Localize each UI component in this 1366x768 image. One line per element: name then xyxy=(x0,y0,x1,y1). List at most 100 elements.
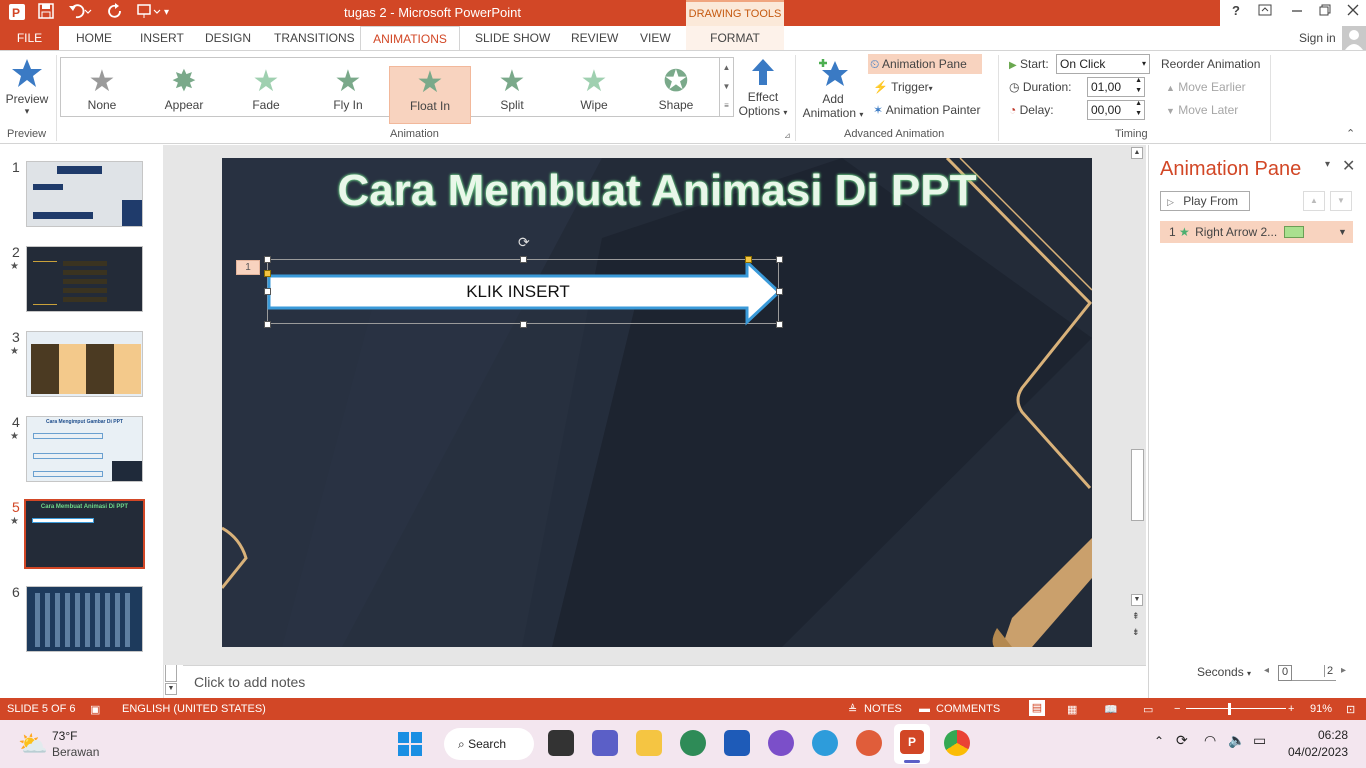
sign-in-link[interactable]: Sign in xyxy=(1299,26,1336,50)
scroll-down-icon[interactable]: ▼ xyxy=(165,683,177,695)
volume-icon[interactable]: 🔈 xyxy=(1228,732,1245,749)
game-app-icon[interactable] xyxy=(856,730,882,756)
spinner-icon[interactable]: ▲ ▼ xyxy=(1135,99,1142,119)
rotate-handle-icon[interactable]: ⟳ xyxy=(518,234,530,251)
slide-thumbnail-3[interactable] xyxy=(26,331,143,397)
slide-thumbnail-5[interactable]: Cara Membuat Animasi Di PPT xyxy=(24,499,145,569)
help-app-icon[interactable] xyxy=(812,730,838,756)
move-up-button[interactable]: ▲ xyxy=(1303,191,1325,211)
sizing-handle[interactable] xyxy=(264,321,271,328)
adjust-handle[interactable] xyxy=(264,270,271,277)
sizing-handle[interactable] xyxy=(520,256,527,263)
adjust-handle[interactable] xyxy=(745,256,752,263)
app-icon[interactable] xyxy=(768,730,794,756)
edge-browser-icon[interactable] xyxy=(680,730,706,756)
windows-start-icon[interactable] xyxy=(398,732,422,759)
slide-thumbnail-1[interactable] xyxy=(26,161,143,227)
redo-icon[interactable] xyxy=(107,3,123,25)
previous-slide-icon[interactable]: ⇞ xyxy=(1132,611,1140,622)
notes-pane[interactable]: Click to add notes xyxy=(183,665,1146,698)
undo-icon[interactable] xyxy=(68,3,92,25)
sizing-handle[interactable] xyxy=(776,256,783,263)
scroll-thumb[interactable] xyxy=(1131,449,1144,521)
spellcheck-icon[interactable]: ▣ xyxy=(90,703,100,716)
powerpoint-taskbar-button[interactable]: P xyxy=(894,724,930,764)
tray-chevron-icon[interactable]: ⌃ xyxy=(1154,734,1164,748)
minimize-icon[interactable] xyxy=(1290,3,1304,20)
tab-format[interactable]: FORMAT xyxy=(686,26,784,50)
slide-scrollbar[interactable]: ▲ ▼ ⇞ ⇟ xyxy=(1130,145,1145,645)
animation-pane-button[interactable]: ⏲ Animation Pane xyxy=(868,54,982,74)
anim-fade[interactable]: ★ Fade xyxy=(225,66,307,122)
language-indicator[interactable]: ENGLISH (UNITED STATES) xyxy=(122,703,266,715)
zoom-out-icon[interactable]: − xyxy=(1174,703,1180,715)
zoom-level[interactable]: 91% xyxy=(1310,703,1332,715)
sizing-handle[interactable] xyxy=(776,321,783,328)
battery-icon[interactable]: ▭ xyxy=(1253,732,1266,749)
slide-title[interactable]: Cara Membuat Animasi Di PPT xyxy=(222,166,1092,216)
task-view-icon[interactable] xyxy=(548,730,574,756)
notes-button[interactable]: NOTES xyxy=(864,703,902,715)
taskbar-search[interactable]: ⌕ Search xyxy=(444,728,534,760)
arrow-text[interactable]: KLIK INSERT xyxy=(268,282,768,302)
reading-view-icon[interactable]: 📖 xyxy=(1104,703,1118,716)
trigger-button[interactable]: ⚡ Trigger▾ xyxy=(873,77,933,97)
restore-icon[interactable] xyxy=(1318,3,1332,20)
animation-list-item[interactable]: 1 ★ Right Arrow 2... ▼ xyxy=(1160,221,1353,243)
zoom-slider-thumb[interactable] xyxy=(1228,703,1231,715)
slide-show-view-icon[interactable]: ▭ xyxy=(1143,703,1153,716)
anim-shape[interactable]: ✪ Shape xyxy=(635,66,717,122)
sync-icon[interactable]: ⟳ xyxy=(1176,732,1188,749)
fit-slide-icon[interactable]: ⊡ xyxy=(1346,703,1355,716)
sizing-handle[interactable] xyxy=(264,288,271,295)
move-down-button[interactable]: ▼ xyxy=(1330,191,1352,211)
sizing-handle[interactable] xyxy=(776,288,783,295)
slide-canvas[interactable]: Cara Membuat Animasi Di PPT xyxy=(222,158,1092,647)
tab-animations[interactable]: ANIMATIONS xyxy=(360,26,460,50)
play-from-button[interactable]: ▷ Play From xyxy=(1160,191,1250,211)
file-explorer-icon[interactable] xyxy=(636,730,662,756)
slide-thumbnail-6[interactable] xyxy=(26,586,143,652)
timeline-left-icon[interactable]: ◂ xyxy=(1264,665,1269,676)
selected-arrow-shape[interactable]: KLIK INSERT xyxy=(267,259,781,326)
comments-button[interactable]: COMMENTS xyxy=(936,703,1000,715)
tab-home[interactable]: HOME xyxy=(76,26,112,50)
zoom-in-icon[interactable]: + xyxy=(1288,703,1294,715)
next-slide-icon[interactable]: ⇟ xyxy=(1132,627,1140,638)
close-icon[interactable]: ✕ xyxy=(1342,156,1355,176)
pane-options-icon[interactable]: ▾ xyxy=(1325,159,1330,170)
animation-painter-button[interactable]: ✶ Animation Painter xyxy=(873,100,980,120)
clock-date[interactable]: 04/02/2023 xyxy=(1280,745,1348,759)
chevron-down-icon[interactable]: ▼ xyxy=(1338,221,1347,243)
effect-options-button[interactable]: Effect Options ▾ xyxy=(736,57,790,123)
close-icon[interactable] xyxy=(1346,3,1360,20)
scroll-up-icon[interactable]: ▲ xyxy=(1131,147,1143,159)
sizing-handle[interactable] xyxy=(264,256,271,263)
normal-view-icon[interactable]: ▤ xyxy=(1029,700,1045,716)
save-icon[interactable] xyxy=(38,3,54,25)
timeline-right-icon[interactable]: ▸ xyxy=(1341,665,1346,676)
anim-appear[interactable]: ✸ Appear xyxy=(143,66,225,122)
scroll-down-icon[interactable]: ▼ xyxy=(1131,594,1143,606)
tab-review[interactable]: REVIEW xyxy=(571,26,618,50)
slide-thumbnail-4[interactable]: Cara Mengimput Gambar Di PPT xyxy=(26,416,143,482)
anim-float-in[interactable]: ★ Float In xyxy=(389,66,471,124)
move-later-button[interactable]: ▼ Move Later xyxy=(1166,100,1238,120)
sizing-handle[interactable] xyxy=(520,321,527,328)
anim-wipe[interactable]: ★ Wipe xyxy=(553,66,635,122)
start-select[interactable]: On Click ▾ xyxy=(1056,54,1150,74)
teams-chat-icon[interactable] xyxy=(592,730,618,756)
notes-toggle-icon[interactable]: ≜ xyxy=(848,703,857,716)
slide-thumbnail-2[interactable] xyxy=(26,246,143,312)
preview-button[interactable]: Preview ▾ xyxy=(4,57,50,119)
spinner-icon[interactable]: ▲ ▼ xyxy=(1135,76,1142,96)
ribbon-display-options-icon[interactable] xyxy=(1258,3,1272,20)
weather-desc[interactable]: Berawan xyxy=(52,745,99,759)
wifi-icon[interactable]: ◠ xyxy=(1204,732,1216,749)
weather-icon[interactable]: ⛅ xyxy=(18,730,48,759)
tab-design[interactable]: DESIGN xyxy=(205,26,251,50)
weather-temp[interactable]: 73°F xyxy=(52,729,77,743)
avatar[interactable] xyxy=(1342,26,1366,50)
delay-input[interactable]: 00,00 ▲ ▼ xyxy=(1087,100,1145,120)
animation-order-tag[interactable]: 1 xyxy=(236,260,260,275)
